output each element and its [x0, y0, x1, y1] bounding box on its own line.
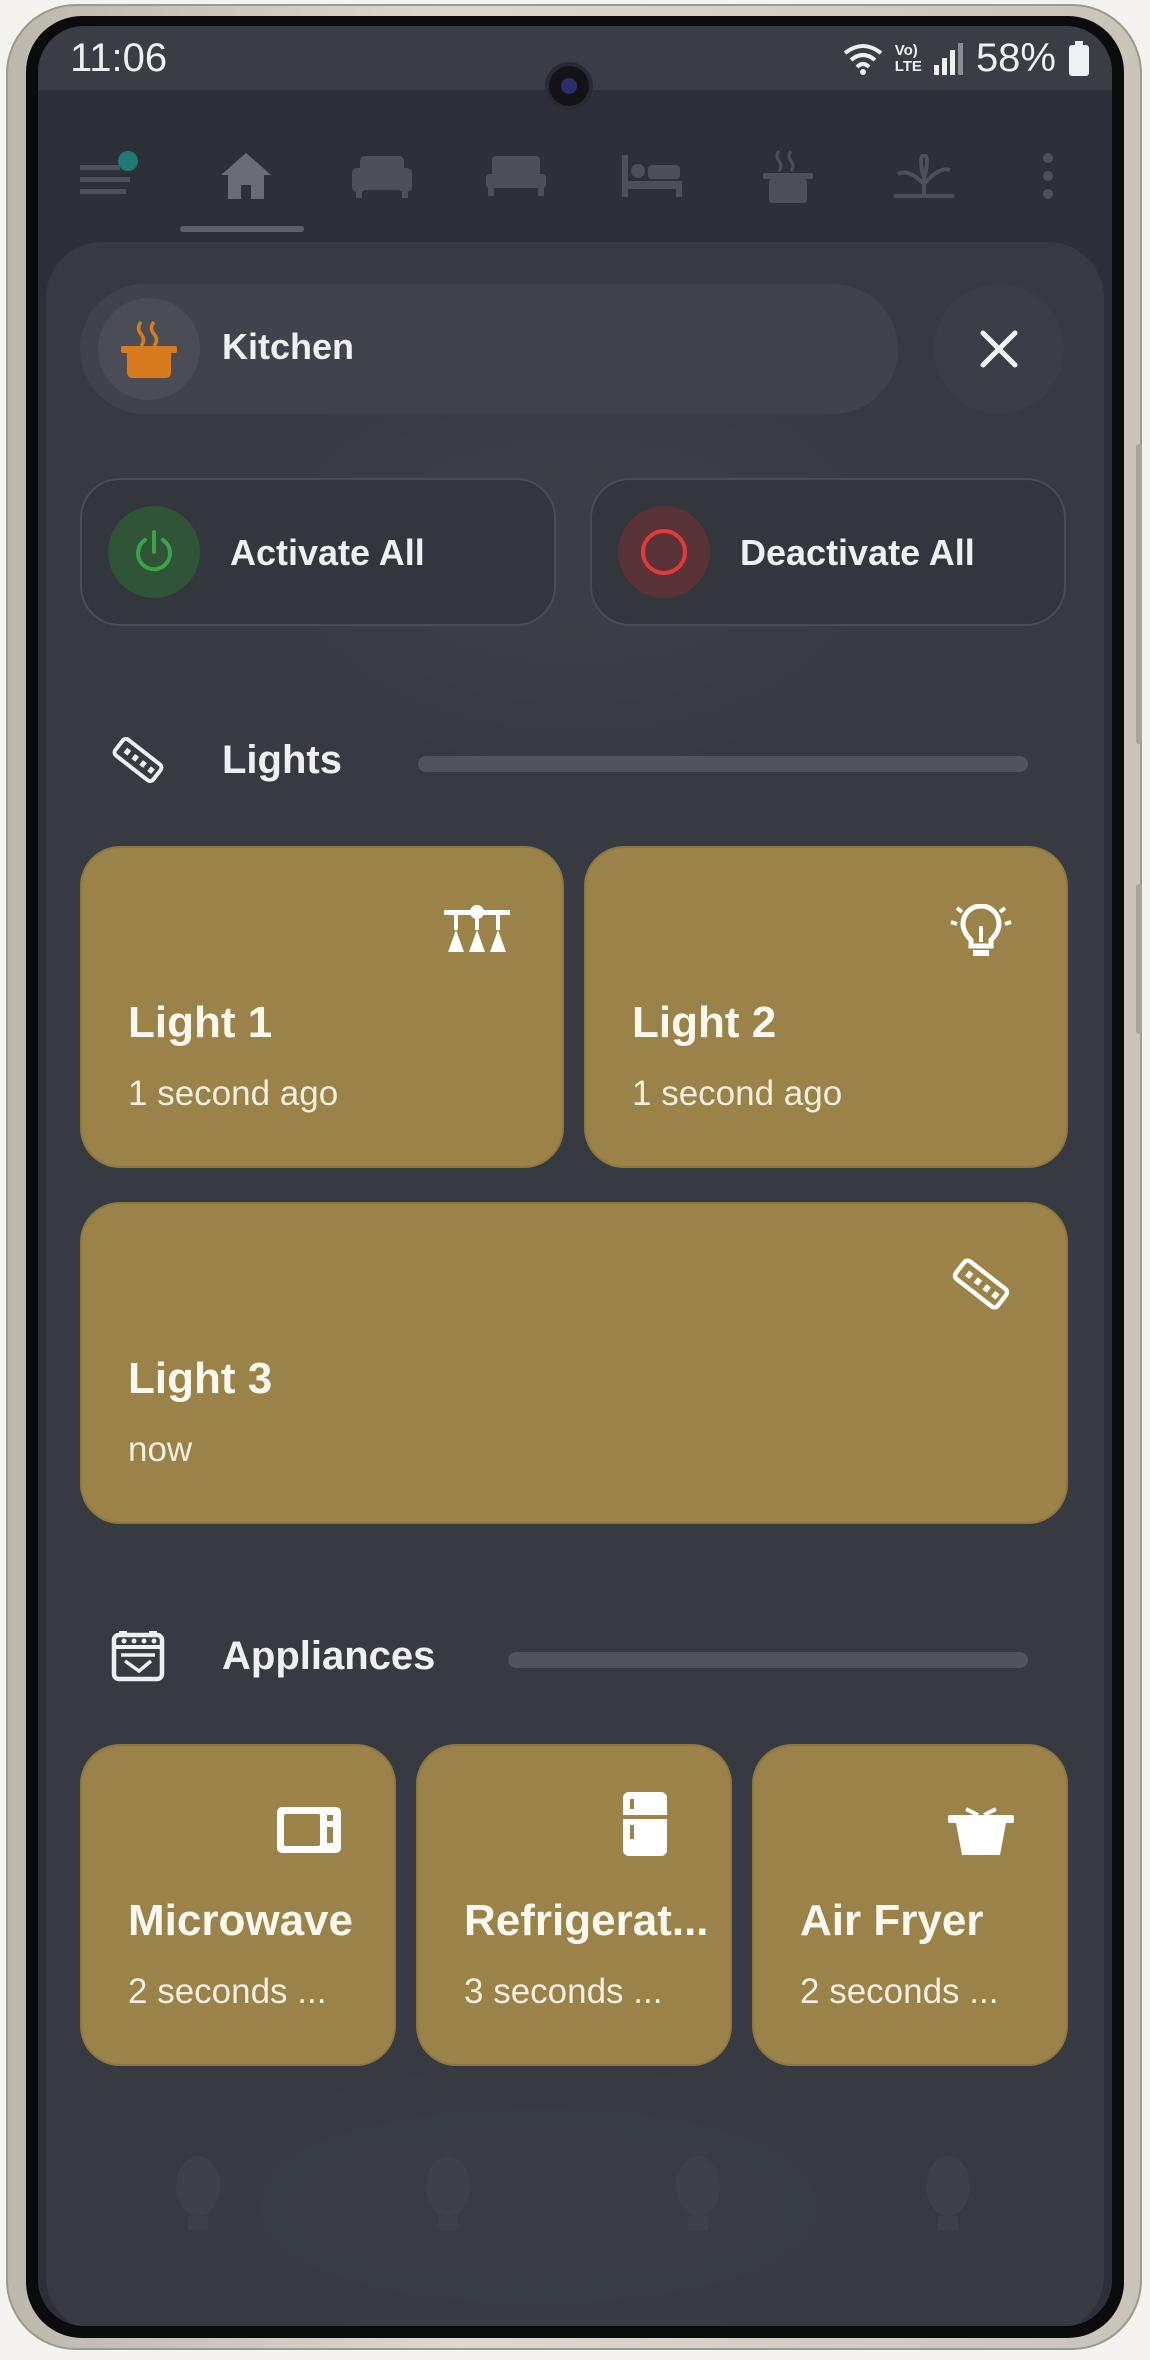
tile-last-changed: 2 seconds ... — [128, 1972, 327, 2011]
room-nav-bar — [38, 116, 1112, 226]
light-tile-1[interactable]: Light 1 1 second ago — [80, 846, 564, 1168]
deactivate-all-label: Deactivate All — [740, 532, 975, 573]
led-strip-icon — [106, 728, 170, 792]
tile-last-changed: 3 seconds ... — [464, 1972, 663, 2011]
light-tile-3[interactable]: Light 3 now — [80, 1202, 1068, 1524]
volume-button — [1136, 444, 1142, 744]
tile-name: Refrigerat... — [464, 1896, 709, 1945]
signal-icon — [933, 42, 963, 75]
appliances-title: Appliances — [222, 1634, 436, 1678]
home-icon — [221, 153, 271, 199]
circle-off-icon — [641, 529, 687, 575]
lightbulb-icon — [946, 902, 1016, 962]
lights-section-header: Lights — [38, 720, 1112, 800]
front-camera — [549, 66, 589, 106]
chandelier-icon — [442, 902, 512, 962]
plant-icon — [894, 154, 954, 198]
nav-living-room[interactable] — [352, 146, 412, 206]
nav-kitchen[interactable] — [758, 146, 818, 206]
tile-last-changed: 1 second ago — [632, 1074, 843, 1113]
tile-last-changed: 2 seconds ... — [800, 1972, 999, 2011]
menu-button[interactable] — [80, 146, 140, 206]
stop-icon-badge — [618, 506, 710, 598]
tile-name: Microwave — [128, 1896, 353, 1945]
close-icon — [980, 330, 1018, 368]
nav-home[interactable] — [216, 146, 276, 206]
section-divider — [508, 1652, 1028, 1668]
appliance-tile-air-fryer[interactable]: Air Fryer 2 seconds ... — [752, 1744, 1068, 2066]
appliance-tile-microwave[interactable]: Microwave 2 seconds ... — [80, 1744, 396, 2066]
nav-guest-room[interactable] — [622, 146, 682, 206]
pot-icon — [763, 150, 813, 203]
tile-name: Air Fryer — [800, 1896, 984, 1945]
tile-name: Light 1 — [128, 998, 273, 1047]
volte-icon: Vo) LTE — [894, 41, 922, 75]
light-tile-2[interactable]: Light 2 1 second ago — [584, 846, 1068, 1168]
tile-name: Light 3 — [128, 1354, 273, 1403]
room-title: Kitchen — [222, 326, 355, 367]
pot-lid-icon — [946, 1800, 1016, 1860]
tile-last-changed: now — [128, 1430, 193, 1469]
single-bed-icon — [622, 155, 682, 197]
sofa-icon — [352, 156, 412, 198]
menu-icon — [80, 151, 138, 194]
battery-percent: 58% — [975, 36, 1056, 80]
scrolled-content-preview — [38, 2096, 1112, 2326]
nav-bedroom[interactable] — [486, 146, 546, 206]
room-header — [80, 284, 898, 414]
bed-icon — [486, 156, 546, 196]
tile-name: Light 2 — [632, 998, 777, 1047]
close-button[interactable] — [934, 284, 1064, 414]
led-strip-icon — [946, 1254, 1016, 1314]
deactivate-all-button[interactable]: Deactivate All — [590, 478, 1066, 626]
nav-garden[interactable] — [894, 146, 954, 206]
stove-icon — [106, 1624, 170, 1688]
nav-active-indicator — [180, 226, 304, 232]
room-icon-badge — [98, 298, 200, 400]
status-icons: Vo) LTE 58% — [843, 36, 1090, 81]
power-icon — [136, 530, 172, 572]
appliances-section-header: Appliances — [38, 1616, 1112, 1696]
appliance-tile-refrigerator[interactable]: Refrigerat... 3 seconds ... — [416, 1744, 732, 2066]
lights-title: Lights — [222, 738, 342, 782]
status-time: 11:06 — [70, 36, 168, 80]
cooking-pot-icon — [121, 320, 177, 378]
activate-all-label: Activate All — [230, 532, 425, 573]
more-vertical-icon — [1043, 153, 1053, 199]
wifi-icon — [843, 43, 882, 75]
more-button[interactable] — [1028, 146, 1068, 206]
fridge-icon — [610, 1792, 680, 1856]
activate-all-button[interactable]: Activate All — [80, 478, 556, 626]
power-icon-badge — [108, 506, 200, 598]
screen: 11:06 Vo) LTE 58% Kitchen Activate All D… — [38, 26, 1112, 2326]
section-divider — [418, 756, 1028, 772]
power-button — [1136, 884, 1142, 1034]
tile-last-changed: 1 second ago — [128, 1074, 339, 1113]
microwave-icon — [274, 1800, 344, 1860]
battery-icon — [1069, 40, 1089, 76]
background-icons — [176, 2156, 970, 2230]
